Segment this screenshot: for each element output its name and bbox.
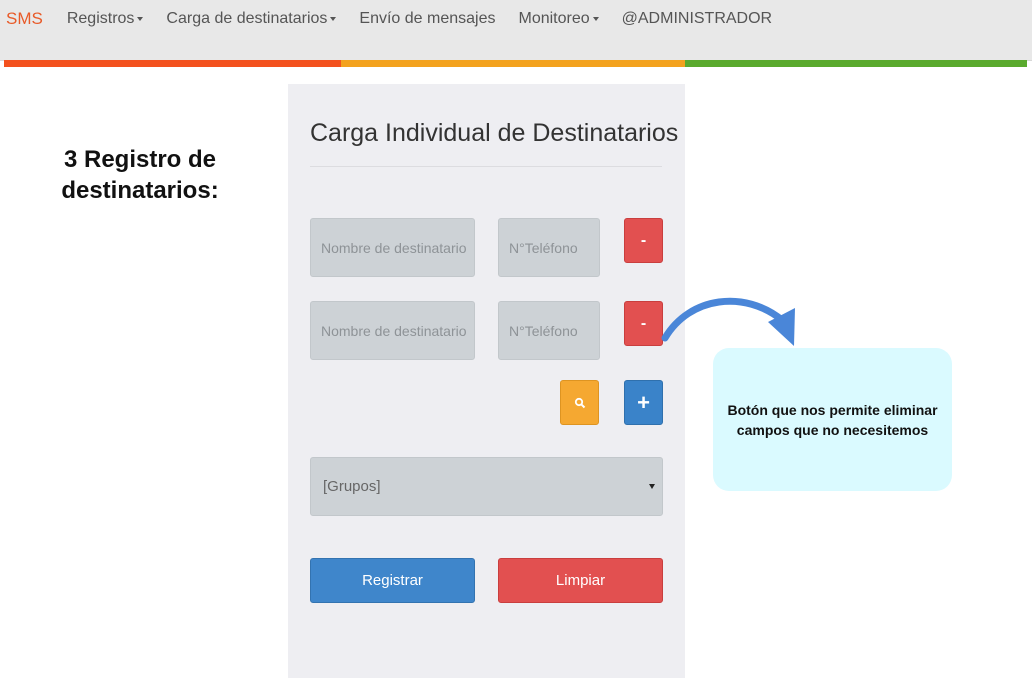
nav-carga-label: Carga de destinatarios	[166, 10, 328, 27]
callout-box: Botón que nos permite eliminar campos qu…	[713, 348, 952, 491]
recipient-name-input[interactable]: Nombre de destinatario	[310, 218, 475, 277]
plus-icon: +	[637, 389, 650, 415]
clear-button[interactable]: Limpiar	[498, 558, 663, 603]
register-button[interactable]: Registrar	[310, 558, 475, 603]
search-icon	[574, 397, 585, 408]
callout-text: Botón que nos permite eliminar campos qu…	[727, 401, 938, 438]
phone-input[interactable]: N°Teléfono	[498, 218, 600, 277]
accent-stripe-green	[685, 60, 1027, 67]
dropdown-arrow-icon	[649, 484, 655, 489]
caret-down-icon	[330, 17, 337, 21]
add-row-button[interactable]: +	[624, 380, 663, 425]
recipient-name-input[interactable]: Nombre de destinatario	[310, 301, 475, 360]
step-heading: 3 Registro de destinatarios:	[61, 146, 219, 204]
brand-link[interactable]: SMS	[6, 9, 43, 29]
phone-input[interactable]: N°Teléfono	[498, 301, 600, 360]
caret-down-icon	[592, 17, 599, 21]
accent-stripe-yellow	[341, 60, 685, 67]
nav-envio-label: Envío de mensajes	[359, 10, 496, 27]
caret-down-icon	[137, 17, 144, 21]
nav-registros-label: Registros	[66, 10, 135, 27]
nav-monitoreo[interactable]: Monitoreo	[518, 10, 599, 28]
title-divider	[310, 166, 662, 167]
minus-icon: -	[640, 314, 647, 332]
nav-carga-destinatarios[interactable]: Carga de destinatarios	[166, 10, 337, 28]
form-title: Carga Individual de Destinatarios	[310, 119, 679, 147]
accent-stripe-orange	[4, 60, 341, 67]
remove-row-button[interactable]: -	[624, 301, 663, 346]
remove-row-button[interactable]: -	[624, 218, 663, 263]
group-select-value: [Grupos]	[323, 478, 381, 495]
nav-user-label: @ADMINISTRADOR	[621, 10, 773, 27]
nav-envio-mensajes[interactable]: Envío de mensajes	[359, 10, 495, 28]
search-button[interactable]	[560, 380, 599, 425]
minus-icon: -	[640, 231, 647, 249]
nav-registros[interactable]: Registros	[67, 10, 144, 28]
nav-user[interactable]: @ADMINISTRADOR	[622, 10, 772, 28]
top-navbar: SMS Registros Carga de destinatarios Env…	[0, 0, 1032, 61]
group-select[interactable]: [Grupos]	[310, 457, 663, 516]
nav-monitoreo-label: Monitoreo	[518, 10, 590, 27]
